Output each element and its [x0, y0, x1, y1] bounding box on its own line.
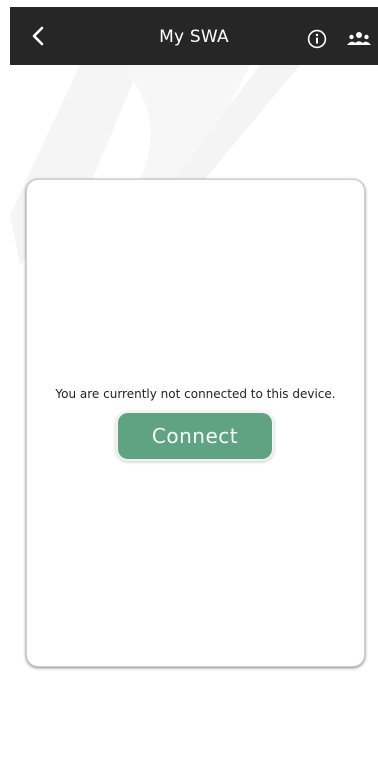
status-area — [0, 0, 378, 7]
group-button[interactable] — [346, 29, 372, 49]
connect-button[interactable]: Connect — [118, 413, 272, 459]
connection-status-text: You are currently not connected to this … — [55, 387, 336, 401]
info-icon — [307, 29, 327, 49]
connection-card: You are currently not connected to this … — [26, 179, 365, 667]
app-header: My SWA — [10, 7, 378, 65]
group-icon — [347, 32, 371, 45]
info-button[interactable] — [306, 28, 328, 50]
